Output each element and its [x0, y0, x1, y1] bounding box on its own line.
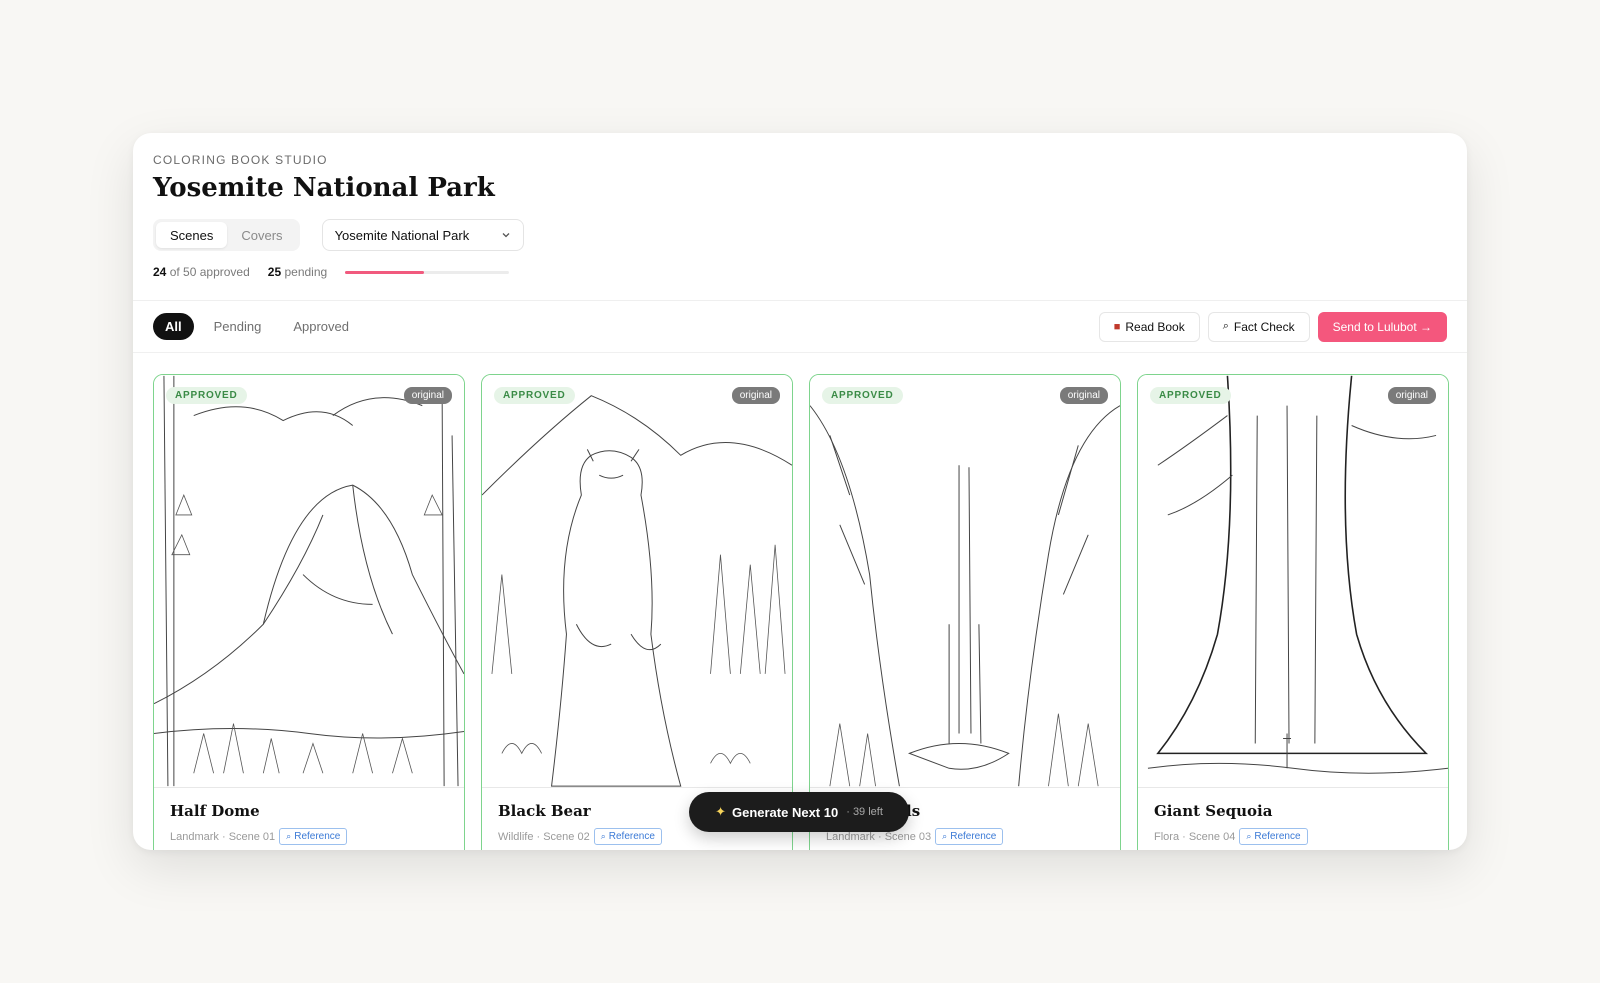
send-to-lulubot-button[interactable]: Send to Lulubot →: [1317, 311, 1447, 342]
approved-count: 24: [153, 265, 167, 279]
sparkles-icon: ✦: [715, 804, 726, 819]
book-icon: ■: [1113, 320, 1121, 333]
card-meta-text: Landmark · Scene 03: [826, 830, 932, 843]
tab-scenes[interactable]: Scenes: [156, 222, 228, 248]
scene-grid: APPROVED original Half Dome Landmark · S…: [153, 374, 1449, 850]
reference-label: Reference: [608, 831, 655, 842]
scene-image: APPROVED original: [482, 375, 792, 788]
scene-image: APPROVED original: [1138, 375, 1448, 788]
chevron-down-icon: [502, 233, 510, 238]
actions: ■ Read Book ⌕ Fact Check Send to Lulubot →: [1091, 311, 1447, 342]
progress-bar: [345, 270, 510, 274]
filter-all[interactable]: All: [153, 313, 194, 340]
approved-badge: APPROVED: [166, 387, 247, 404]
card-meta-text: Flora · Scene 04: [1154, 830, 1236, 843]
scene-card[interactable]: APPROVED original Giant Sequoia Flora · …: [1137, 374, 1449, 850]
stats: 24 of 50 approved 25 pending: [153, 265, 1447, 279]
scene-card[interactable]: APPROVED original ls Landmark · Scene 03…: [809, 374, 1121, 850]
magnifier-icon: ⌕: [600, 831, 606, 841]
approved-badge: APPROVED: [1150, 387, 1231, 404]
reference-label: Reference: [1254, 831, 1301, 842]
fact-check-label: Fact Check: [1233, 319, 1295, 334]
card-body: Half Dome Landmark · Scene 01 ⌕ Reference: [154, 788, 464, 845]
read-book-button[interactable]: ■ Read Book: [1098, 311, 1200, 342]
filter-pills: All Pending Approved: [153, 313, 369, 340]
giant-sequoia-illustration: [1147, 375, 1448, 774]
page-title: Yosemite National Park: [153, 173, 495, 203]
approved-stat: 24 of 50 approved: [153, 265, 250, 279]
card-body: Giant Sequoia Flora · Scene 04 ⌕ Referenc…: [1138, 788, 1448, 845]
magnifier-icon: ⌕: [286, 831, 292, 841]
card-meta-text: Wildlife · Scene 02: [498, 830, 590, 843]
reference-label: Reference: [950, 831, 997, 842]
fact-check-button[interactable]: ⌕ Fact Check: [1207, 311, 1310, 342]
app-eyebrow: COLORING BOOK STUDIO: [153, 153, 328, 167]
generate-next-button[interactable]: ✦ Generate Next 10 · 39 left: [689, 792, 909, 832]
black-bear-illustration: [482, 395, 792, 787]
original-tag: original: [403, 387, 452, 404]
reference-button[interactable]: ⌕ Reference: [593, 828, 662, 845]
tab-covers[interactable]: Covers: [227, 222, 296, 248]
reference-button[interactable]: ⌕ Reference: [935, 828, 1004, 845]
pending-label: pending: [284, 265, 328, 279]
toolbar: All Pending Approved ■ Read Book ⌕ Fact Ch…: [133, 301, 1467, 353]
reference-button[interactable]: ⌕ Reference: [279, 828, 348, 845]
filter-approved[interactable]: Approved: [281, 313, 361, 340]
magnifier-icon: ⌕: [1246, 831, 1252, 841]
header: COLORING BOOK STUDIO Yosemite National P…: [133, 133, 1467, 301]
original-tag: original: [731, 387, 780, 404]
original-tag: original: [1387, 387, 1436, 404]
card-meta: Landmark · Scene 01 ⌕ Reference: [170, 828, 448, 845]
card-title: Giant Sequoia: [1154, 802, 1273, 820]
approved-badge: APPROVED: [494, 387, 575, 404]
read-book-label: Read Book: [1125, 319, 1185, 334]
approved-label: of 50 approved: [169, 265, 250, 279]
scene-card[interactable]: APPROVED original Half Dome Landmark · S…: [153, 374, 465, 850]
scene-image: APPROVED original: [154, 375, 464, 788]
filter-pending[interactable]: Pending: [202, 313, 274, 340]
pending-count: 25: [267, 265, 282, 279]
controls: Scenes Covers Yosemite National Park: [153, 219, 1447, 251]
pending-stat: 25 pending: [268, 265, 327, 279]
magnifier-icon: ⌕: [1222, 320, 1229, 332]
waterfall-illustration: [810, 405, 1120, 787]
reference-label: Reference: [294, 831, 341, 842]
scene-image: APPROVED original: [810, 375, 1120, 788]
book-select-value: Yosemite National Park: [334, 227, 470, 243]
original-tag: original: [1059, 387, 1108, 404]
card-meta-text: Landmark · Scene 01: [170, 830, 276, 843]
remaining-count: · 39 left: [846, 806, 883, 818]
book-select[interactable]: Yosemite National Park: [321, 219, 524, 251]
generate-label: Generate Next 10: [731, 804, 839, 820]
card-meta: Flora · Scene 04 ⌕ Reference: [1154, 828, 1432, 845]
half-dome-illustration: [154, 375, 464, 787]
reference-button[interactable]: ⌕ Reference: [1239, 828, 1308, 845]
approved-badge: APPROVED: [822, 387, 903, 404]
card-title: Half Dome: [170, 802, 260, 820]
magnifier-icon: ⌕: [942, 831, 948, 841]
scene-card[interactable]: APPROVED original Black Bear Wildlife · …: [481, 374, 793, 850]
app-window: COLORING BOOK STUDIO Yosemite National P…: [133, 133, 1467, 850]
view-toggle: Scenes Covers: [153, 219, 300, 251]
progress-fill: [345, 270, 424, 274]
